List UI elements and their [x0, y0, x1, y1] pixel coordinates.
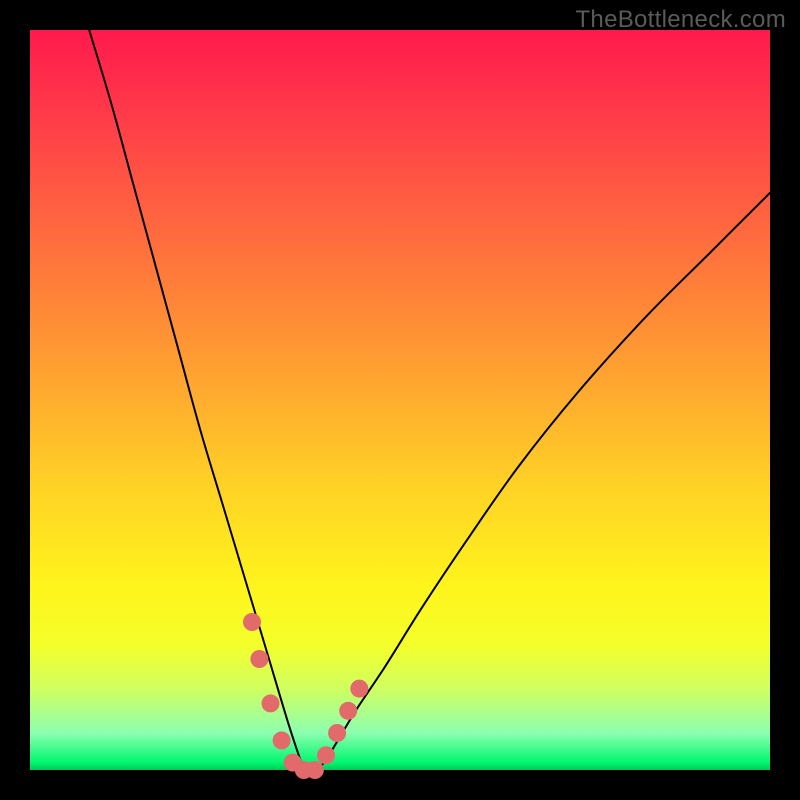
- marker-dot: [339, 702, 357, 720]
- marker-dot: [273, 731, 291, 749]
- marker-dot: [250, 650, 268, 668]
- marker-dot: [328, 724, 346, 742]
- marker-dot: [350, 680, 368, 698]
- curve-left-arm: [89, 30, 304, 770]
- plot-area: [30, 30, 770, 770]
- chart-svg: [30, 30, 770, 770]
- marker-dot: [306, 761, 324, 779]
- marker-dot: [317, 746, 335, 764]
- marker-dot: [243, 613, 261, 631]
- canvas: TheBottleneck.com: [0, 0, 800, 800]
- marker-dot: [262, 694, 280, 712]
- curve-right-arm: [319, 193, 770, 770]
